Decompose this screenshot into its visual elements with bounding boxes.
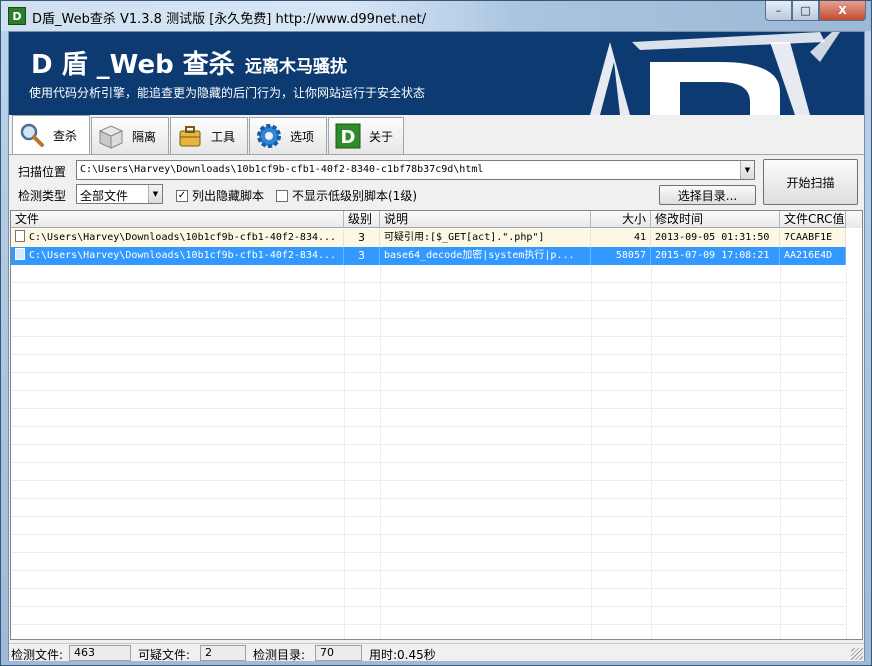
magnifier-icon (17, 120, 47, 150)
status-dirs-value: 70 (315, 645, 362, 661)
scan-path-combo[interactable]: C:\Users\Harvey\Downloads\10b1cf9b-cfb1-… (76, 160, 755, 180)
scan-path-value: C:\Users\Harvey\Downloads\10b1cf9b-cfb1-… (80, 164, 484, 175)
briefcase-icon (175, 121, 205, 151)
banner-subtitle: 远离木马骚扰 (245, 57, 347, 77)
checkbox-checked-icon: ✓ (176, 189, 188, 202)
tab-options[interactable]: 选项 (249, 117, 327, 154)
maximize-button[interactable]: □ (792, 1, 819, 21)
chevron-down-icon[interactable]: ▼ (740, 161, 754, 179)
maximize-icon: □ (800, 4, 811, 17)
banner-slogan: 使用代码分析引擎，能追查更为隐藏的后门行为，让你网站运行于安全状态 (29, 86, 426, 100)
tab-divider (9, 154, 864, 155)
grid-column-line (380, 265, 381, 639)
d-logo-icon: D (333, 121, 363, 151)
minimize-button[interactable]: – (765, 1, 792, 21)
show-hidden-checkbox[interactable]: ✓ 列出隐藏脚本 (176, 187, 264, 204)
close-button[interactable]: X (819, 1, 866, 21)
banner-title: D 盾 _Web 查杀 (31, 50, 235, 80)
cell-desc: base64_decode加密|system执行|p... (380, 247, 591, 265)
cell-size: 41 (591, 229, 651, 247)
d-shield-logo-icon (590, 32, 840, 115)
tab-scan[interactable]: 查杀 (12, 115, 90, 154)
cell-crc: 7CAABF1E (780, 229, 846, 247)
cell-size: 58057 (591, 247, 651, 265)
status-bar: 检测文件: 463 可疑文件: 2 检测目录: 70 用时:0.45秒 (9, 643, 864, 662)
cell-crc: AA216E4D (780, 247, 846, 265)
scan-type-value: 全部文件 (80, 189, 129, 203)
tab-quarantine[interactable]: 隔离 (91, 117, 169, 154)
grid-column-line (344, 265, 345, 639)
column-header-size[interactable]: 大小 (591, 211, 651, 228)
start-scan-button[interactable]: 开始扫描 (763, 159, 858, 205)
status-files-label: 检测文件: (11, 648, 64, 662)
cell-desc: 可疑引用:[$_GET[act].".php"] (380, 229, 591, 247)
tab-about[interactable]: D 关于 (328, 117, 404, 154)
chevron-down-icon[interactable]: ▼ (148, 185, 162, 203)
results-grid[interactable]: 文件 级别 说明 大小 修改时间 文件CRC值 C:\Users\Harvey\… (10, 210, 863, 640)
scan-path-label: 扫描位置 (18, 165, 67, 179)
gear-icon (254, 121, 284, 151)
title-bar[interactable]: D D盾_Web查杀 V1.3.8 测试版 [永久免费] http://www.… (1, 1, 871, 31)
cell-mtime: 2013-09-05 01:31:50 (651, 229, 780, 247)
tab-label: 查杀 (53, 128, 78, 143)
column-header-level[interactable]: 级别 (344, 211, 380, 228)
cell-file: C:\Users\Harvey\Downloads\10b1cf9b-cfb1-… (11, 229, 344, 247)
resize-grip-icon[interactable] (851, 648, 863, 660)
column-header-file[interactable]: 文件 (11, 211, 344, 228)
status-suspicious-value: 2 (200, 645, 246, 661)
grid-column-line (780, 265, 781, 639)
grid-column-line (591, 265, 592, 639)
choose-directory-button[interactable]: 选择目录... (659, 185, 756, 205)
cell-level: 3 (344, 229, 380, 247)
minimize-icon: – (775, 4, 782, 17)
hide-low-level-checkbox[interactable]: 不显示低级别脚本(1级) (276, 187, 417, 204)
status-files-value: 463 (69, 645, 131, 661)
tab-strip: 查杀 隔离 工具 选项 D 关于 (9, 115, 864, 155)
svg-text:D: D (341, 127, 356, 148)
app-icon: D (8, 7, 26, 25)
status-time-label: 用时:0.45秒 (369, 648, 436, 662)
tab-tools[interactable]: 工具 (170, 117, 248, 154)
hide-low-level-label: 不显示低级别脚本(1级) (292, 189, 417, 203)
app-window: D D盾_Web查杀 V1.3.8 测试版 [永久免费] http://www.… (0, 0, 872, 666)
client-area: D 盾 _Web 查杀 远离木马骚扰 使用代码分析引擎，能追查更为隐藏的后门行为… (8, 31, 865, 662)
table-row[interactable]: C:\Users\Harvey\Downloads\10b1cf9b-cfb1-… (11, 229, 846, 247)
grid-column-line (846, 265, 847, 639)
column-header-crc[interactable]: 文件CRC值 (780, 211, 846, 228)
cell-mtime: 2015-07-09 17:08:21 (651, 247, 780, 265)
tab-label: 隔离 (132, 129, 157, 144)
window-title: D盾_Web查杀 V1.3.8 测试版 [永久免费] http://www.d9… (32, 12, 427, 27)
table-row-selected[interactable]: C:\Users\Harvey\Downloads\10b1cf9b-cfb1-… (11, 247, 846, 265)
close-icon: X (838, 4, 847, 17)
status-dirs-label: 检测目录: (253, 648, 306, 662)
file-icon (15, 230, 25, 242)
scan-type-label: 检测类型 (18, 189, 67, 203)
status-suspicious-label: 可疑文件: (138, 648, 191, 662)
header-filler (846, 211, 862, 228)
grid-column-line (651, 265, 652, 639)
tab-label: 工具 (211, 129, 236, 144)
banner: D 盾 _Web 查杀 远离木马骚扰 使用代码分析引擎，能追查更为隐藏的后门行为… (9, 32, 864, 115)
tab-label: 关于 (369, 129, 394, 144)
tab-label: 选项 (290, 129, 315, 144)
cell-file: C:\Users\Harvey\Downloads\10b1cf9b-cfb1-… (11, 247, 344, 265)
column-header-mtime[interactable]: 修改时间 (651, 211, 780, 228)
file-icon (15, 248, 25, 260)
scan-type-select[interactable]: 全部文件 ▼ (76, 184, 163, 204)
column-header-desc[interactable]: 说明 (380, 211, 591, 228)
show-hidden-label: 列出隐藏脚本 (192, 189, 265, 203)
cell-level: 3 (344, 247, 380, 265)
box-icon (96, 121, 126, 151)
checkbox-unchecked-icon (276, 189, 288, 202)
grid-header: 文件 级别 说明 大小 修改时间 文件CRC值 (11, 211, 862, 228)
grid-lines (11, 265, 846, 639)
